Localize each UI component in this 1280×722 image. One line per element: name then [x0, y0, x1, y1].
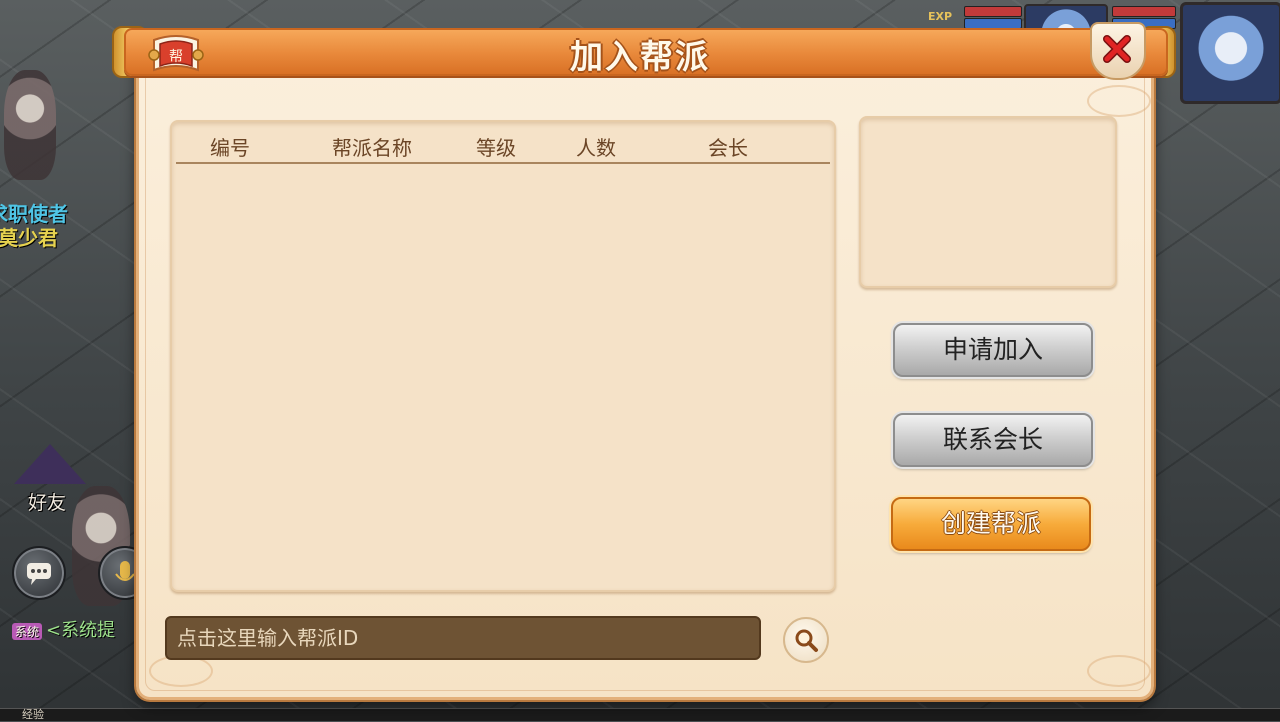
column-leader: 会长 [708, 136, 748, 160]
exp-label: EXP [928, 10, 953, 23]
npc-name-2: 莫少君 [0, 226, 58, 250]
column-level: 等级 [476, 136, 516, 160]
decor-swirl [1087, 655, 1151, 687]
search-button[interactable] [783, 617, 829, 663]
system-chat-line: 系统 <系统提 [12, 616, 115, 642]
close-icon [1103, 35, 1131, 63]
guild-emblem-text: 帮 [169, 49, 183, 65]
guild-info-box [859, 116, 1117, 288]
friends-button[interactable]: 好友 [14, 440, 86, 514]
system-badge: 系统 [12, 622, 43, 640]
player-hp-bar [964, 6, 1022, 17]
experience-bar: 经验 [0, 708, 1280, 721]
system-chat-text: <系统提 [46, 620, 116, 641]
guild-list-header: 编号 帮派名称 等级 人数 会长 [176, 128, 830, 164]
guild-list-panel[interactable]: 编号 帮派名称 等级 人数 会长 [170, 120, 836, 592]
contact-leader-button[interactable]: 联系会长 [893, 413, 1093, 467]
apply-join-button[interactable]: 申请加入 [893, 323, 1093, 377]
search-icon [795, 629, 818, 652]
column-id: 编号 [210, 136, 250, 160]
target-hp-bar [1112, 6, 1176, 17]
chat-button[interactable] [12, 546, 66, 600]
guild-id-search-input[interactable] [165, 616, 761, 660]
npc-character [4, 70, 56, 180]
create-guild-button[interactable]: 创建帮派 [891, 497, 1091, 551]
column-guild-name: 帮派名称 [332, 136, 412, 160]
friends-label: 好友 [28, 492, 67, 514]
decor-swirl [1087, 85, 1151, 117]
close-button[interactable] [1090, 22, 1146, 80]
guild-scroll-icon: 帮 [148, 34, 204, 80]
column-members: 人数 [576, 136, 616, 160]
chat-bubble-icon [27, 563, 51, 585]
friends-hat-icon [14, 444, 86, 484]
